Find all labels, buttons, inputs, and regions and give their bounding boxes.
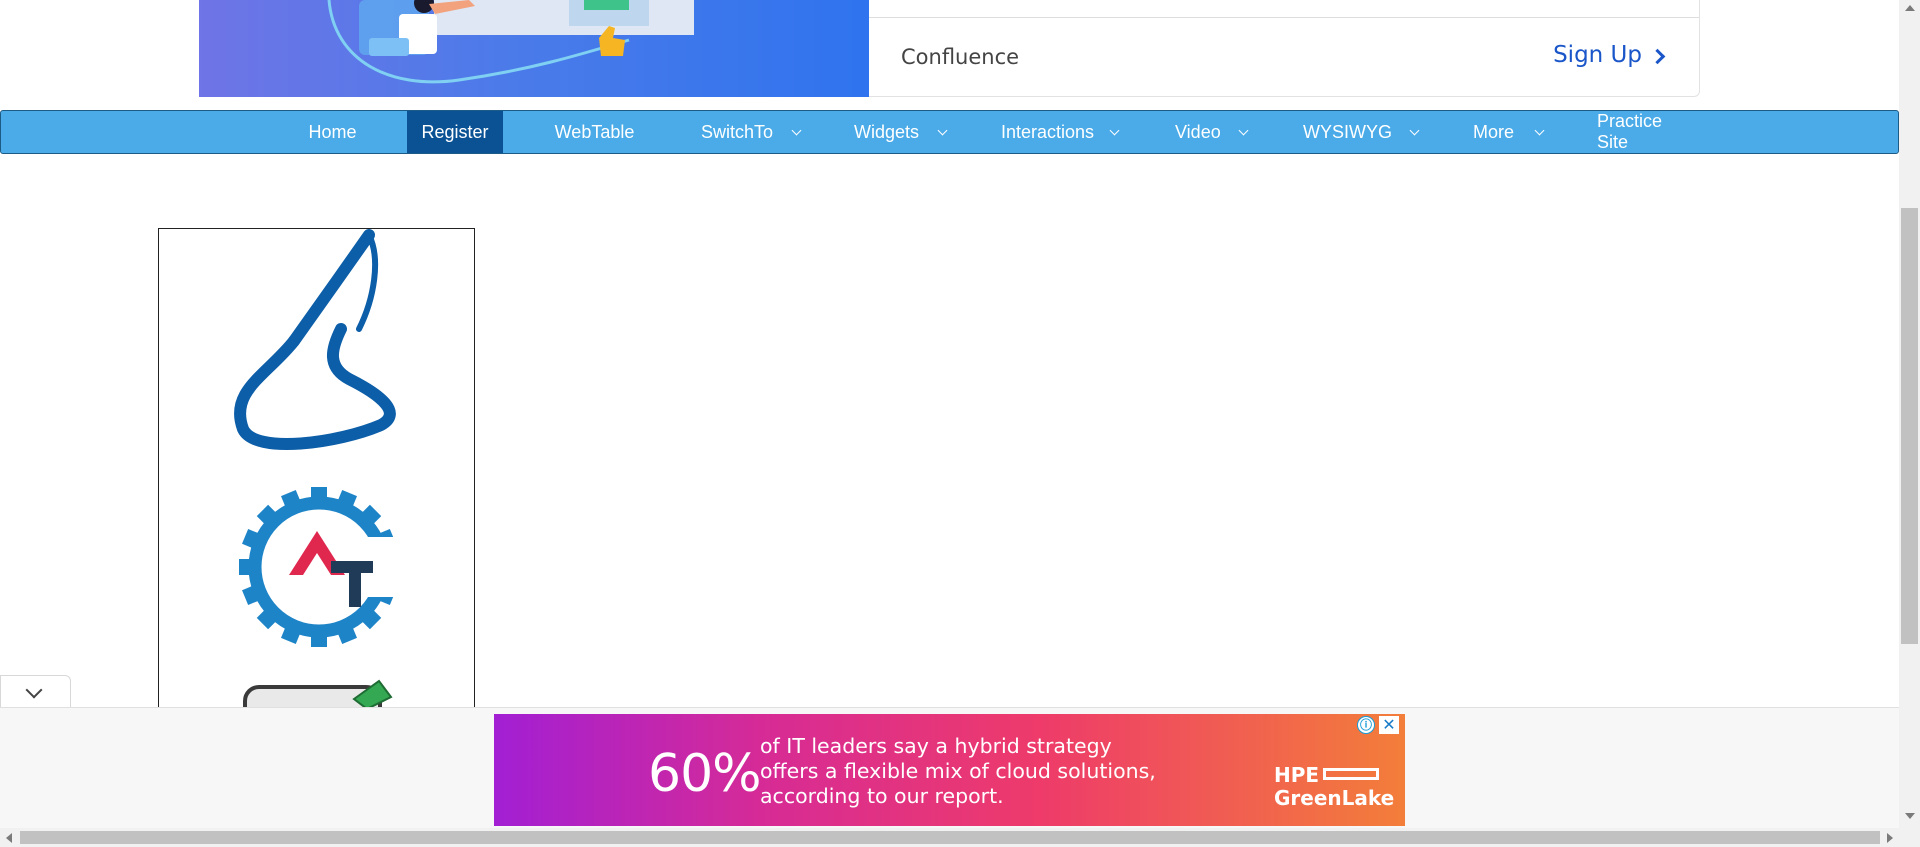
partial-logo <box>243 679 393 708</box>
vertical-scroll-thumb[interactable] <box>1901 208 1918 644</box>
chevron-right-icon <box>1649 48 1666 64</box>
nav-item-label: WebTable <box>554 121 635 142</box>
nav-item-home[interactable]: Home <box>296 111 369 153</box>
ad-illustration <box>199 0 869 97</box>
nav-item-label: Widgets <box>854 121 920 142</box>
nav-item-label: SwitchTo <box>701 121 774 142</box>
ad-percent: 60% <box>648 744 762 804</box>
nav-item-label: Practice Site <box>1597 111 1663 152</box>
horizontal-scrollbar[interactable] <box>0 828 1920 847</box>
nav-item-wysiwyg[interactable]: WYSIWYG <box>1303 111 1423 153</box>
hpe-rectangle-mark <box>1323 768 1380 780</box>
logo-panel <box>158 228 475 708</box>
sign-up-button[interactable]: Sign Up <box>1553 42 1666 68</box>
vertical-scrollbar[interactable] <box>1899 0 1920 828</box>
chevron-down-icon <box>25 681 43 699</box>
nav-item-video[interactable]: Video <box>1175 111 1255 153</box>
chevron-down-icon <box>1238 125 1249 135</box>
ad-close-icon[interactable]: ✕ <box>1379 716 1399 734</box>
ad-panel: Confluence Sign Up <box>869 0 1700 97</box>
scroll-right-arrow-icon[interactable] <box>1887 833 1893 843</box>
nav-item-label: Register <box>421 121 489 142</box>
nav-item-label: Video <box>1175 121 1221 142</box>
hpe-greenlake-logo: HPE GreenLake <box>1274 764 1394 810</box>
nav-item-register[interactable]: Register <box>407 111 503 153</box>
ad-text-line: offers a flexible mix of cloud solutions… <box>760 759 1156 783</box>
ad-brand-name: Confluence <box>901 45 1020 69</box>
nav-item-webtable[interactable]: WebTable <box>541 111 648 153</box>
sign-up-label: Sign Up <box>1553 42 1642 68</box>
ad-text-line: according to our report. <box>760 784 1004 808</box>
ad-info-icon[interactable]: ⓘ <box>1357 716 1375 734</box>
logo-images <box>234 229 399 708</box>
nav-item-switchto[interactable]: SwitchTo <box>701 111 811 153</box>
nav-item-label: More <box>1473 121 1515 142</box>
chevron-down-icon <box>791 125 802 135</box>
at-gear-logo <box>239 487 399 647</box>
chevron-down-icon <box>937 125 948 135</box>
main-navbar: Home Register WebTable SwitchTo Widgets … <box>0 110 1899 154</box>
hpe-logo-text: HPE <box>1274 763 1320 787</box>
s-logo <box>234 229 396 450</box>
scroll-up-arrow-icon[interactable] <box>1905 5 1915 11</box>
nav-item-practice-site[interactable]: Practice Site <box>1597 111 1697 153</box>
horizontal-scroll-thumb[interactable] <box>20 831 1880 844</box>
bottom-ad-banner[interactable]: 60% of IT leaders say a hybrid strategy … <box>494 714 1405 826</box>
nav-item-widgets[interactable]: Widgets <box>854 111 954 153</box>
scroll-left-arrow-icon[interactable] <box>6 833 12 843</box>
nav-item-interactions[interactable]: Interactions <box>1001 111 1126 153</box>
nav-item-label: Home <box>308 121 357 142</box>
nav-item-label: WYSIWYG <box>1303 121 1392 142</box>
ad-divider <box>869 17 1699 18</box>
nav-item-label: Interactions <box>1001 121 1095 142</box>
nav-item-more[interactable]: More <box>1473 111 1548 153</box>
chevron-down-icon <box>1109 125 1120 135</box>
top-ad-banner[interactable]: Confluence Sign Up <box>199 0 1700 97</box>
scroll-down-arrow-icon[interactable] <box>1905 813 1915 819</box>
ad-text-line: of IT leaders say a hybrid strategy <box>760 734 1112 758</box>
chevron-down-icon <box>1534 125 1545 135</box>
greenlake-logo-text: GreenLake <box>1274 786 1395 810</box>
chevron-down-icon <box>1409 125 1420 135</box>
collapse-ad-button[interactable] <box>0 675 71 707</box>
